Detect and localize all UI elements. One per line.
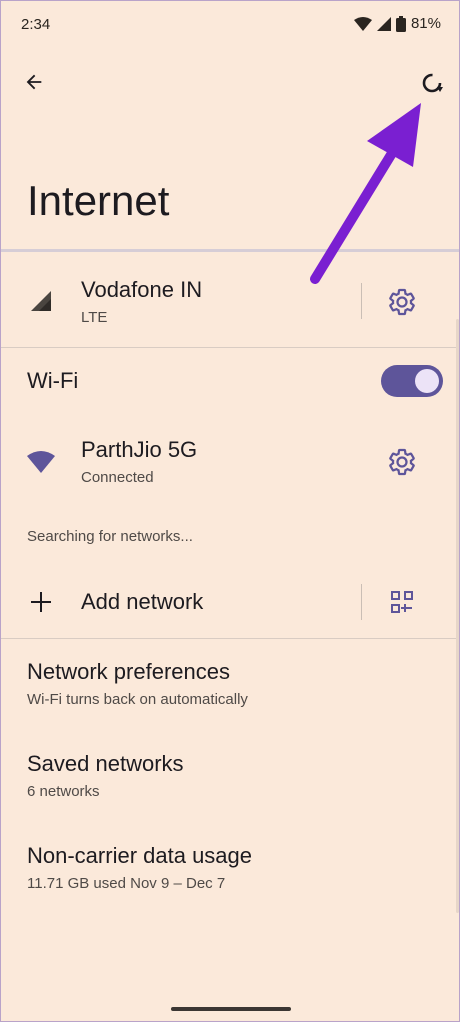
carrier-name: Vodafone IN bbox=[81, 277, 203, 302]
network-preferences-subtitle: Wi-Fi turns back on automatically bbox=[27, 691, 248, 708]
signal-icon bbox=[31, 291, 51, 311]
qr-scan-button[interactable] bbox=[390, 590, 414, 614]
wifi-icon bbox=[27, 451, 55, 473]
annotation-arrow bbox=[310, 103, 421, 284]
battery-percent: 81% bbox=[410, 15, 441, 32]
mobile-settings-button[interactable] bbox=[387, 287, 417, 317]
saved-networks-title: Saved networks bbox=[27, 751, 184, 776]
back-button[interactable] bbox=[19, 67, 49, 97]
vertical-divider bbox=[361, 584, 362, 620]
refresh-button[interactable] bbox=[417, 67, 449, 99]
gear-icon bbox=[389, 448, 415, 476]
status-icons: 81% bbox=[353, 15, 441, 32]
gear-icon bbox=[389, 288, 415, 316]
wifi-toggle[interactable] bbox=[381, 365, 443, 397]
wifi-status-icon bbox=[353, 16, 372, 31]
battery-icon bbox=[395, 15, 406, 32]
network-preferences-title: Network preferences bbox=[27, 659, 230, 684]
data-usage-subtitle: 11.71 GB used Nov 9 – Dec 7 bbox=[27, 875, 226, 892]
header-divider bbox=[1, 249, 459, 252]
plus-icon bbox=[31, 592, 51, 612]
refresh-icon bbox=[422, 73, 443, 93]
network-settings-button[interactable] bbox=[387, 447, 417, 477]
carrier-network-type: LTE bbox=[81, 309, 108, 326]
divider bbox=[1, 638, 459, 639]
qr-code-icon bbox=[391, 591, 413, 613]
wifi-toggle-knob bbox=[415, 369, 439, 393]
vertical-divider bbox=[361, 283, 362, 319]
saved-networks-item[interactable]: Saved networks 6 networks bbox=[1, 741, 451, 817]
connected-network-row[interactable]: ParthJio 5G Connected bbox=[1, 421, 371, 501]
network-status: Connected bbox=[81, 469, 154, 486]
saved-networks-subtitle: 6 networks bbox=[27, 783, 100, 800]
data-usage-title: Non-carrier data usage bbox=[27, 843, 253, 868]
signal-status-icon bbox=[376, 16, 391, 31]
arrow-left-icon bbox=[26, 74, 42, 90]
add-network-label: Add network bbox=[81, 589, 204, 614]
non-carrier-data-usage-item[interactable]: Non-carrier data usage 11.71 GB used Nov… bbox=[1, 833, 451, 909]
scrollbar[interactable] bbox=[456, 319, 459, 913]
add-network-row[interactable]: Add network bbox=[1, 573, 361, 633]
mobile-network-row[interactable]: Vodafone IN LTE bbox=[1, 261, 361, 345]
searching-status: Searching for networks... bbox=[27, 528, 193, 545]
status-time: 2:34 bbox=[21, 16, 51, 33]
wifi-label: Wi-Fi bbox=[27, 368, 79, 393]
page-title: Internet bbox=[27, 177, 170, 224]
network-name: ParthJio 5G bbox=[81, 437, 198, 462]
network-preferences-item[interactable]: Network preferences Wi-Fi turns back on … bbox=[1, 649, 451, 725]
divider bbox=[1, 347, 459, 348]
home-indicator[interactable] bbox=[171, 1007, 291, 1011]
